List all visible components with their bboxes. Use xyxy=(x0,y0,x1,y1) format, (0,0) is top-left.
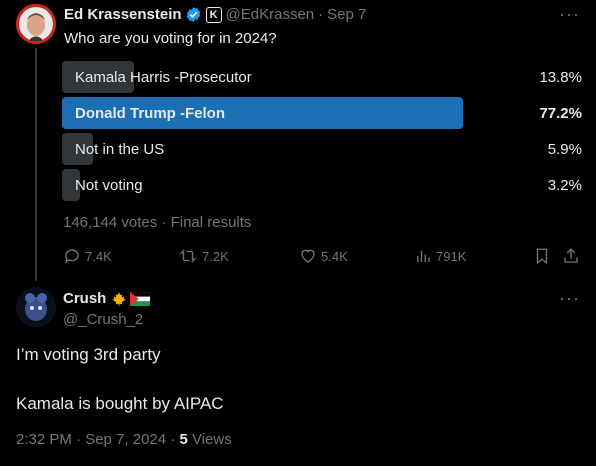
poll-option: Kamala Harris -Prosecutor 13.8% xyxy=(62,61,582,93)
views-button[interactable]: 791K xyxy=(414,246,466,266)
poll-option-label: Not in the US xyxy=(75,141,165,158)
affiliate-badge-icon: K xyxy=(205,6,222,23)
reply-icon xyxy=(64,249,79,264)
author-avatar[interactable] xyxy=(16,4,56,44)
poll-option-percent: 5.9% xyxy=(547,141,582,158)
reply-footer: 2:32 PM · Sep 7, 2024 · 5 Views xyxy=(16,431,232,448)
repost-icon xyxy=(179,249,197,263)
share-button[interactable] xyxy=(562,246,584,266)
view-count: 791K xyxy=(436,248,467,264)
poll-summary: 146,144 votes · Final results xyxy=(63,214,252,231)
reply-author-handle[interactable]: @_Crush_2 xyxy=(63,311,143,328)
analytics-icon xyxy=(417,250,430,262)
thread-connector-line xyxy=(35,48,37,281)
reply-avatar-image xyxy=(16,287,56,327)
reply-views-count: 5 xyxy=(179,431,188,448)
reply-count: 7.4K xyxy=(85,248,112,264)
author-name[interactable]: Ed Krassenstein xyxy=(64,6,182,23)
poll-option-label: Donald Trump -Felon xyxy=(75,105,225,122)
repost-count: 7.2K xyxy=(202,248,229,264)
poll-option-percent: 77.2% xyxy=(539,105,582,122)
reply-views-label: Views xyxy=(187,431,232,448)
poll-option-percent: 3.2% xyxy=(547,177,582,194)
like-count: 5.4K xyxy=(321,248,348,264)
heart-icon xyxy=(301,249,315,263)
reply-text-line-2: Kamala is bought by AIPAC xyxy=(16,394,224,413)
palestine-flag-icon xyxy=(130,291,151,306)
like-button[interactable]: 5.4K xyxy=(299,246,348,266)
poll-option: Not in the US 5.9% xyxy=(62,133,582,165)
tweet-header: Ed Krassenstein K @EdKrassen · Sep 7 xyxy=(64,6,366,23)
bookmark-icon xyxy=(536,248,548,265)
verified-badge-icon xyxy=(185,6,202,23)
reply-author-name-text: Crush xyxy=(63,290,107,307)
reply-text-line-1: I’m voting 3rd party xyxy=(16,345,161,364)
tweet-text: Who are you voting for in 2024? xyxy=(64,30,277,47)
maple-leaf-icon xyxy=(111,291,127,307)
tweet-date[interactable]: Sep 7 xyxy=(327,6,366,23)
reply-button[interactable]: 7.4K xyxy=(63,246,112,266)
more-options-icon[interactable]: ··· xyxy=(559,4,580,25)
reply-more-options-icon[interactable]: ··· xyxy=(559,288,580,309)
bookmark-button[interactable] xyxy=(533,246,555,266)
author-avatar-image xyxy=(16,4,56,44)
poll-option: Not voting 3.2% xyxy=(62,169,582,201)
share-icon xyxy=(564,248,578,263)
reply-author-name[interactable]: Crush xyxy=(63,290,151,307)
poll-option-label: Kamala Harris -Prosecutor xyxy=(75,69,252,86)
header-separator: · xyxy=(318,6,324,23)
poll-option-percent: 13.8% xyxy=(539,69,582,86)
poll-option-label: Not voting xyxy=(75,177,143,194)
author-handle[interactable]: @EdKrassen xyxy=(226,6,315,23)
reply-timestamp[interactable]: 2:32 PM · Sep 7, 2024 · xyxy=(16,431,179,448)
poll-option-winner: Donald Trump -Felon 77.2% xyxy=(62,97,582,129)
reply-author-avatar[interactable] xyxy=(16,287,56,327)
repost-button[interactable]: 7.2K xyxy=(178,246,229,266)
